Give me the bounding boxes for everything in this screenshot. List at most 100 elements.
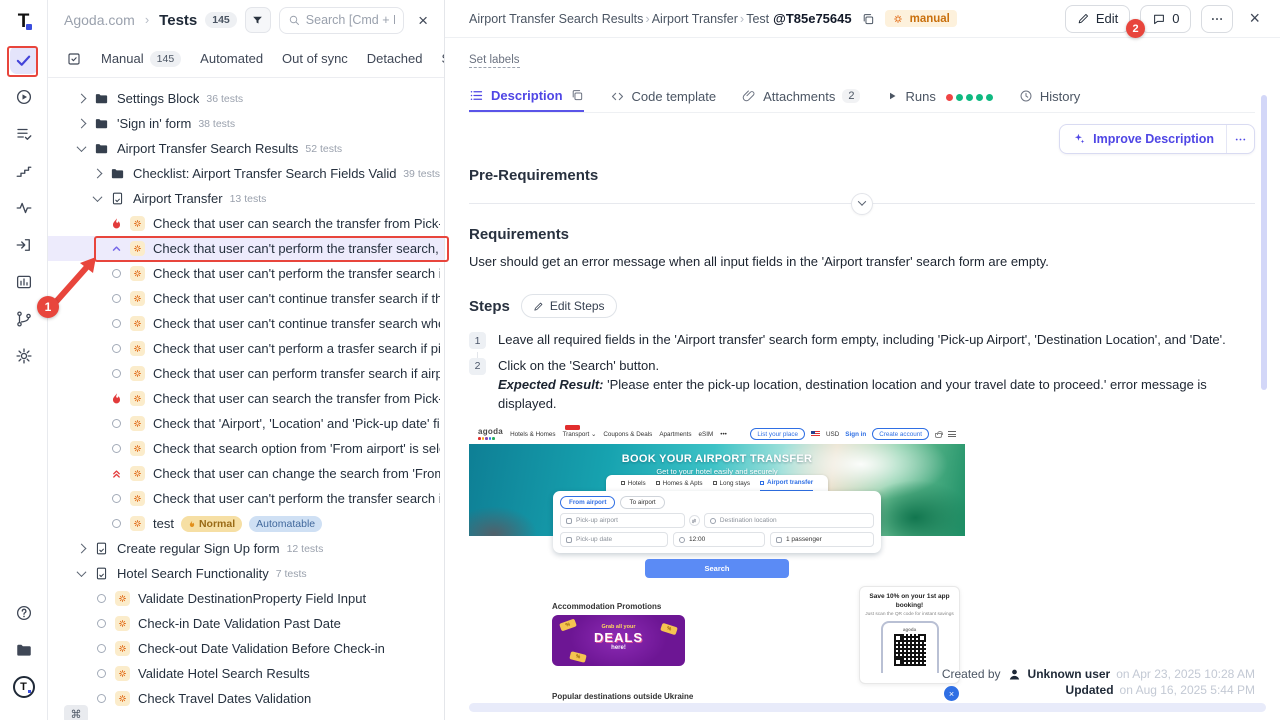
us-flag-icon[interactable] — [811, 431, 820, 437]
tree-test-item[interactable]: Check that user can't perform the transf… — [48, 261, 444, 286]
vertical-scrollbar[interactable] — [1261, 95, 1267, 390]
destination-location-field[interactable]: Destination location — [704, 513, 874, 528]
agoda-nav-coupons[interactable]: Coupons & Deals — [603, 431, 652, 438]
tab-starred[interactable]: Starred — [441, 51, 444, 66]
tab-detached[interactable]: Detached — [367, 51, 423, 66]
improve-description-button[interactable]: Improve Description — [1059, 124, 1255, 154]
sidebar-item-test-plans[interactable] — [10, 120, 38, 148]
sidebar-item-projects[interactable] — [10, 636, 38, 664]
tree-folder[interactable]: Airport Transfer Search Results52 tests — [48, 136, 444, 161]
agoda-nav-hotels[interactable]: Hotels & Homes — [510, 431, 556, 438]
tab-hotels[interactable]: Hotels — [621, 475, 646, 491]
from-airport-toggle[interactable]: From airport — [560, 496, 615, 509]
tree-suite[interactable]: Create regular Sign Up form12 tests — [48, 536, 444, 561]
tab-code-template[interactable]: Code template — [610, 80, 717, 112]
horizontal-scrollbar[interactable] — [469, 703, 1266, 712]
breadcrumb-subsuite[interactable]: Airport Transfer — [652, 12, 738, 26]
create-account-button[interactable]: Create account — [872, 428, 929, 440]
agoda-nav-esim[interactable]: eSIM — [699, 431, 714, 438]
sidebar-item-runs[interactable] — [10, 83, 38, 111]
chevron-down-icon[interactable] — [93, 192, 103, 202]
tree-test-item[interactable]: Check that user can search the transfer … — [48, 386, 444, 411]
tree-test-item[interactable]: Check that user can change the search fr… — [48, 461, 444, 486]
chevron-down-icon[interactable] — [77, 142, 87, 152]
app-logo[interactable]: T — [18, 12, 30, 32]
tree-folder[interactable]: Checklist: Airport Transfer Search Field… — [48, 161, 444, 186]
chevron-right-icon[interactable] — [77, 94, 87, 104]
tab-airport-transfer[interactable]: Airport transfer — [760, 475, 813, 491]
sign-in-link[interactable]: Sign in — [845, 431, 866, 438]
dismiss-qr-icon[interactable]: × — [944, 686, 959, 701]
tree-test-item[interactable]: Check that user can't perform the transf… — [48, 486, 444, 511]
tree-test-item[interactable]: Check Travel Dates Validation — [48, 686, 444, 711]
tree-folder[interactable]: Settings Block36 tests — [48, 86, 444, 111]
deals-banner[interactable]: Grab all your DEALS here! % % % — [552, 615, 685, 666]
tree-test-item-selected[interactable]: Check that user can't perform the transf… — [48, 236, 444, 261]
tab-automated[interactable]: Automated — [200, 51, 263, 66]
edit-button[interactable]: Edit — [1065, 5, 1130, 33]
tab-history[interactable]: History — [1019, 80, 1080, 112]
breadcrumb-project[interactable]: Agoda.com — [64, 12, 135, 28]
search-input[interactable] — [306, 13, 395, 27]
breadcrumb-tests[interactable]: Tests — [159, 12, 197, 29]
sidebar-item-help[interactable] — [10, 599, 38, 627]
tree-test-item[interactable]: Check-in Date Validation Past Date — [48, 611, 444, 636]
comments-button[interactable]: 0 — [1140, 5, 1191, 33]
sidebar-item-account[interactable]: T — [10, 673, 38, 701]
sidebar-item-import[interactable] — [10, 231, 38, 259]
bulk-select-icon[interactable] — [66, 51, 82, 67]
tree-test-item[interactable]: testNormalAutomatable — [48, 511, 444, 536]
tab-homes[interactable]: Homes & Apts — [656, 475, 703, 491]
tree-test-item[interactable]: Check that 'Airport', 'Location' and 'Pi… — [48, 411, 444, 436]
filter-button[interactable] — [245, 7, 271, 33]
sidebar-item-settings[interactable] — [10, 342, 38, 370]
tree-test-item[interactable]: Check that search option from 'From airp… — [48, 436, 444, 461]
sidebar-item-reports[interactable] — [10, 268, 38, 296]
pickup-airport-field[interactable]: Pick-up airport — [560, 513, 685, 528]
expand-pre-requirements-button[interactable] — [851, 193, 873, 215]
tree-test-item[interactable]: Check that user can search the transfer … — [48, 211, 444, 236]
sidebar-item-branches[interactable] — [10, 305, 38, 333]
copy-description-icon[interactable] — [570, 88, 584, 102]
agoda-nav-apartments[interactable]: Apartments — [659, 431, 691, 438]
chevron-right-icon[interactable] — [93, 169, 103, 179]
set-labels-link[interactable]: Set labels — [469, 54, 520, 68]
tab-out-of-sync[interactable]: Out of sync — [282, 51, 348, 66]
tree-test-item[interactable]: Check that user can perform transfer sea… — [48, 361, 444, 386]
list-your-place-button[interactable]: List your place — [750, 428, 805, 440]
search-input-wrap[interactable] — [279, 7, 404, 34]
attached-screenshot[interactable]: agoda Hotels & Homes Transport ⌄ Coupons… — [469, 424, 965, 708]
sidebar-item-steps[interactable] — [10, 157, 38, 185]
agoda-nav-more[interactable]: ••• — [720, 431, 727, 438]
swap-icon[interactable] — [689, 515, 700, 526]
tree-test-item[interactable]: Check that user can't continue transfer … — [48, 311, 444, 336]
to-airport-toggle[interactable]: To airport — [620, 496, 664, 509]
tree-suite[interactable]: Hotel Search Functionality7 tests — [48, 561, 444, 586]
tree-test-item[interactable]: Check that user can't continue transfer … — [48, 286, 444, 311]
sidebar-item-analytics[interactable] — [10, 194, 38, 222]
currency-selector[interactable]: USD — [826, 431, 839, 438]
tree-test-item[interactable]: Validate DestinationProperty Field Input — [48, 586, 444, 611]
chevron-right-icon[interactable] — [77, 119, 87, 129]
search-button[interactable]: Search — [645, 559, 789, 578]
tab-long-stays[interactable]: Long stays — [713, 475, 750, 491]
menu-icon[interactable] — [948, 431, 956, 437]
tab-manual[interactable]: Manual145 — [101, 51, 181, 67]
passengers-field[interactable]: 1 passenger — [770, 532, 874, 547]
close-search-icon[interactable]: × — [412, 12, 434, 29]
improve-more-button[interactable] — [1226, 125, 1254, 153]
breadcrumb-suite[interactable]: Airport Transfer Search Results — [469, 12, 643, 26]
sidebar-item-tests[interactable] — [10, 46, 38, 74]
cart-icon[interactable] — [935, 433, 942, 438]
agoda-nav-transport[interactable]: Transport ⌄ — [563, 431, 597, 438]
copy-test-id-button[interactable] — [861, 12, 875, 26]
tab-attachments[interactable]: Attachments2 — [742, 80, 860, 112]
more-actions-button[interactable] — [1201, 5, 1233, 33]
close-detail-button[interactable]: × — [1243, 8, 1266, 29]
tab-runs[interactable]: Runs — [886, 80, 992, 112]
command-shortcut-icon[interactable]: ⌘ — [64, 705, 88, 720]
chevron-right-icon[interactable] — [77, 544, 87, 554]
chevron-down-icon[interactable] — [77, 567, 87, 577]
tree-folder[interactable]: 'Sign in' form38 tests — [48, 111, 444, 136]
tree-test-item[interactable]: Check that user can't perform a trasfer … — [48, 336, 444, 361]
